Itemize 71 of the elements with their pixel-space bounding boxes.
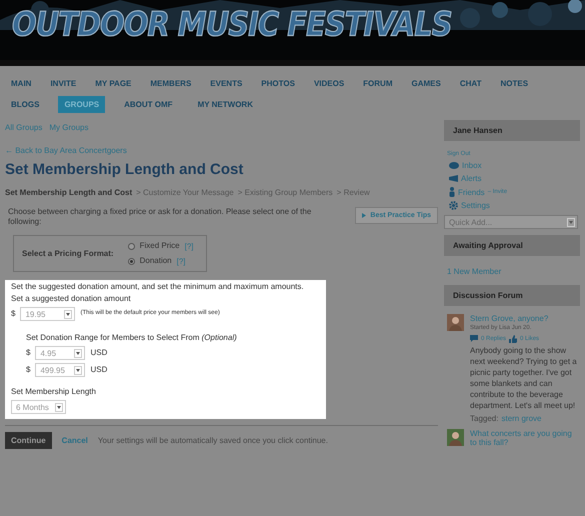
account-link[interactable]: Settings	[461, 201, 490, 210]
awaiting-header: Awaiting Approval	[444, 235, 580, 256]
radio-button[interactable]	[128, 242, 135, 250]
thumbs-up-icon	[509, 334, 518, 342]
range-label: Set Donation Range for Members to Select From (Optional)	[25, 333, 238, 343]
group-link[interactable]: All Groups	[5, 123, 42, 132]
currency-symbol: $	[26, 365, 30, 375]
option-label: Donation	[140, 256, 172, 266]
amount-dropdown[interactable]: 4.95	[35, 346, 86, 360]
dropdown-arrow-icon	[55, 402, 63, 412]
unit-label: USD	[90, 365, 108, 375]
unit-label: USD	[90, 348, 108, 358]
length-label: Set Membership Length	[11, 387, 97, 397]
dropdown-arrow-icon	[74, 366, 82, 374]
message-icon	[449, 162, 459, 169]
nav-tab[interactable]: VIDEOS	[308, 75, 350, 92]
suggested-label: Set a suggested donation amount	[11, 294, 132, 304]
dropdown-arrow-icon	[567, 218, 575, 226]
account-link[interactable]: Alerts	[461, 174, 482, 183]
nav-tab[interactable]: MAIN	[5, 75, 38, 92]
cancel-link[interactable]: Cancel	[62, 436, 88, 445]
back-link[interactable]: ← Back to Bay Area Concertgoers	[5, 146, 127, 155]
nav-tab[interactable]: ABOUT OMF	[118, 96, 179, 113]
topic-link[interactable]: Stern Grove, anyone?	[470, 314, 578, 323]
group-link[interactable]: My Groups	[49, 123, 88, 132]
help-link[interactable]: [?]	[176, 256, 186, 266]
nav-tab[interactable]: FORUM	[357, 75, 398, 92]
intro-text: Choose between charging a fixed price or ask for a donation. Please select one of the following:	[8, 207, 312, 227]
save-note: Your settings will be automatically saved once you click continue.	[98, 436, 328, 446]
nav-tab[interactable]: GROUPS	[58, 96, 106, 113]
forum-header: Discussion Forum	[444, 285, 580, 306]
gear-icon	[449, 201, 458, 210]
account-link[interactable]: Inbox	[462, 161, 482, 170]
length-dropdown[interactable]: 6 Months	[11, 400, 66, 414]
nav-tab[interactable]: MEMBERS	[144, 75, 198, 92]
currency-symbol: $	[26, 348, 30, 358]
page-title: Set Membership Length and Cost	[5, 161, 244, 178]
option-label: Fixed Price	[140, 241, 180, 251]
nav-tab[interactable]: MY PAGE	[89, 75, 138, 92]
topic-link[interactable]: What concerts are you going to this fall?	[470, 428, 580, 447]
post-body: Anybody going to the show next weekend? Trying to get a picnic party together. I've got some blankets and can contribute to the beverage department. Let's all meet up!	[470, 344, 578, 412]
nav-tab[interactable]: CHAT	[454, 75, 488, 92]
person-icon	[449, 187, 455, 197]
account-link[interactable]: Friends	[458, 188, 485, 196]
continue-button[interactable]: Continue	[5, 432, 52, 449]
help-link[interactable]: [?]	[184, 242, 194, 250]
nav-tab[interactable]: NOTES	[494, 75, 534, 92]
avatar	[447, 314, 464, 331]
nav-tab[interactable]: BLOGS	[5, 96, 46, 113]
dropdown-arrow-icon	[64, 310, 72, 318]
donation-intro: Set the suggested donation amount, and set the minimum and maximum amounts.	[11, 282, 305, 292]
tag-link[interactable]: stern grove	[501, 414, 542, 424]
user-panel-header: Jane Hansen	[444, 120, 580, 141]
tagged-label: Tagged:	[470, 414, 498, 424]
currency-symbol: $	[11, 309, 16, 319]
pricing-label: Select a Pricing Format:	[22, 248, 114, 258]
avatar	[447, 428, 464, 446]
play-icon	[362, 213, 366, 218]
radio-button[interactable]	[128, 258, 135, 264]
nav-tab[interactable]: PHOTOS	[255, 75, 301, 92]
dropdown-arrow-icon	[74, 348, 82, 358]
comment-icon	[470, 335, 478, 342]
nav-tab[interactable]: EVENTS	[204, 75, 248, 92]
new-member-link[interactable]: 1 New Member	[447, 267, 502, 276]
amount-dropdown[interactable]: 19.95	[20, 307, 76, 321]
nav-tab[interactable]: MY NETWORK	[192, 96, 259, 113]
amount-dropdown[interactable]: 499.95	[35, 363, 86, 377]
megaphone-icon	[449, 175, 458, 182]
nav-tab[interactable]: INVITE	[44, 75, 82, 92]
wizard-step: Set Membership Length and Cost	[5, 188, 132, 197]
nav-tab[interactable]: GAMES	[406, 75, 447, 92]
